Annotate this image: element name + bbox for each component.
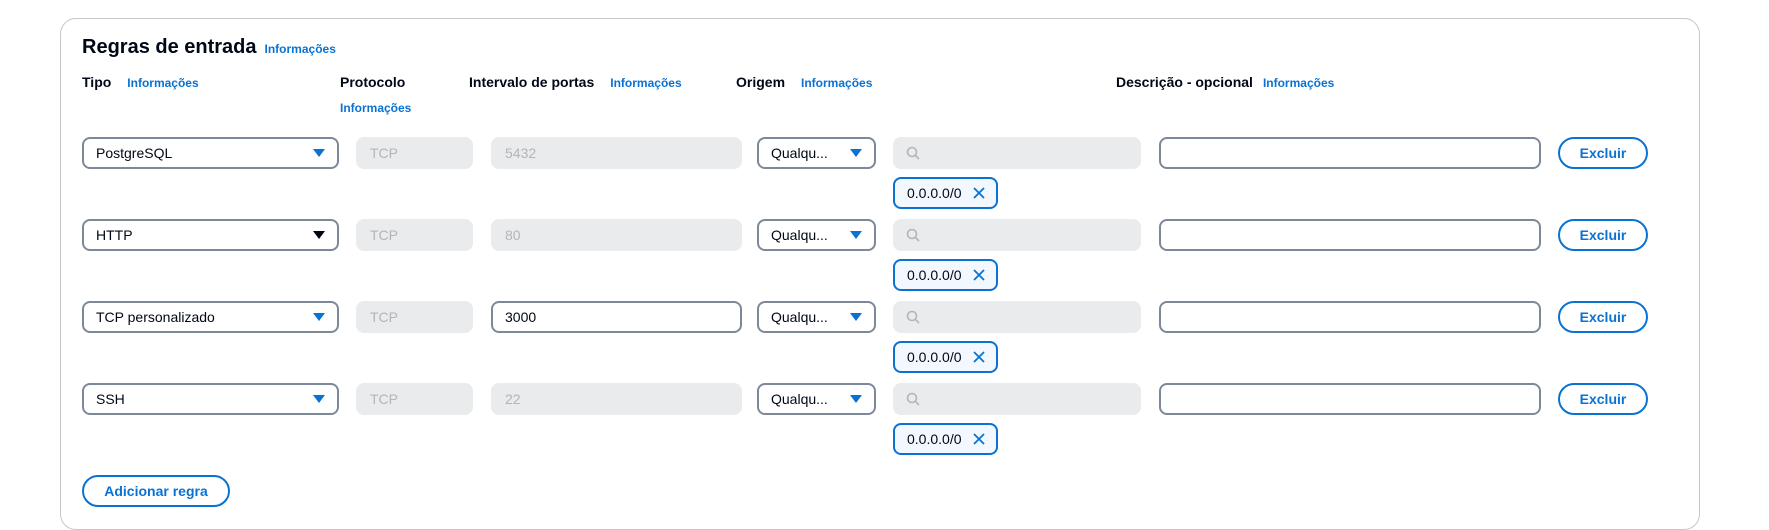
cidr-token-label: 0.0.0.0/0 [907, 349, 962, 365]
caret-down-icon [850, 313, 862, 321]
header-intervalo-label: Intervalo de portas [469, 74, 595, 90]
origem-select[interactable]: Qualqu... [757, 137, 876, 169]
origem-select-value: Qualqu... [771, 145, 828, 161]
delete-rule-button[interactable]: Excluir [1558, 301, 1648, 333]
origem-search-input[interactable] [893, 137, 1141, 169]
origem-select[interactable]: Qualqu... [757, 301, 876, 333]
header-tipo: Tipo Informações [82, 74, 199, 90]
protocolo-field: TCP [356, 301, 473, 333]
search-icon [906, 392, 920, 406]
header-tipo-info-link[interactable]: Informações [127, 76, 198, 90]
tipo-select[interactable]: PostgreSQL [82, 137, 339, 169]
close-icon[interactable] [972, 186, 986, 200]
search-icon [906, 310, 920, 324]
section-title: Regras de entrada [82, 36, 257, 58]
close-icon[interactable] [972, 268, 986, 282]
origem-select-value: Qualqu... [771, 391, 828, 407]
descricao-input[interactable] [1159, 301, 1541, 333]
origem-search-input[interactable] [893, 301, 1141, 333]
cidr-token-label: 0.0.0.0/0 [907, 185, 962, 201]
intervalo-portas-field: 22 [491, 383, 742, 415]
caret-down-icon [850, 231, 862, 239]
search-icon [906, 146, 920, 160]
add-rule-button[interactable]: Adicionar regra [82, 475, 230, 507]
cidr-token: 0.0.0.0/0 [893, 341, 998, 373]
header-protocolo: Protocolo Informações [340, 74, 411, 115]
intervalo-portas-field: 80 [491, 219, 742, 251]
origem-select[interactable]: Qualqu... [757, 383, 876, 415]
delete-rule-button[interactable]: Excluir [1558, 383, 1648, 415]
origem-select-value: Qualqu... [771, 309, 828, 325]
intervalo-portas-input[interactable]: 3000 [491, 301, 742, 333]
close-icon[interactable] [972, 432, 986, 446]
caret-down-icon [850, 149, 862, 157]
cidr-token-label: 0.0.0.0/0 [907, 267, 962, 283]
section-info-link[interactable]: Informações [265, 42, 336, 56]
protocolo-field: TCP [356, 219, 473, 251]
caret-down-icon [313, 231, 325, 239]
origem-search-input[interactable] [893, 219, 1141, 251]
inbound-rules-panel: Regras de entrada Informações Tipo Infor… [60, 18, 1700, 530]
delete-rule-button[interactable]: Excluir [1558, 137, 1648, 169]
header-intervalo: Intervalo de portas Informações [469, 74, 682, 90]
header-protocolo-label: Protocolo [340, 74, 406, 90]
tipo-select-value: PostgreSQL [96, 145, 173, 161]
cidr-token: 0.0.0.0/0 [893, 423, 998, 455]
protocolo-field: TCP [356, 383, 473, 415]
header-descricao-label: Descrição - opcional [1116, 74, 1253, 90]
protocolo-field: TCP [356, 137, 473, 169]
header-origem-info-link[interactable]: Informações [801, 76, 872, 90]
descricao-input[interactable] [1159, 219, 1541, 251]
tipo-select[interactable]: SSH [82, 383, 339, 415]
header-descricao-info-link[interactable]: Informações [1263, 76, 1334, 90]
caret-down-icon [850, 395, 862, 403]
cidr-token-label: 0.0.0.0/0 [907, 431, 962, 447]
section-header: Regras de entrada Informações [82, 36, 336, 59]
tipo-select[interactable]: HTTP [82, 219, 339, 251]
intervalo-portas-field: 5432 [491, 137, 742, 169]
tipo-select[interactable]: TCP personalizado [82, 301, 339, 333]
header-origem-label: Origem [736, 74, 786, 90]
origem-select-value: Qualqu... [771, 227, 828, 243]
tipo-select-value: HTTP [96, 227, 133, 243]
header-protocolo-info-link[interactable]: Informações [340, 101, 411, 115]
origem-search-input[interactable] [893, 383, 1141, 415]
tipo-select-value: TCP personalizado [96, 309, 215, 325]
descricao-input[interactable] [1159, 137, 1541, 169]
search-icon [906, 228, 920, 242]
cidr-token: 0.0.0.0/0 [893, 259, 998, 291]
header-tipo-label: Tipo [82, 74, 112, 90]
header-origem: Origem Informações [736, 74, 872, 90]
caret-down-icon [313, 395, 325, 403]
close-icon[interactable] [972, 350, 986, 364]
descricao-input[interactable] [1159, 383, 1541, 415]
tipo-select-value: SSH [96, 391, 125, 407]
origem-select[interactable]: Qualqu... [757, 219, 876, 251]
delete-rule-button[interactable]: Excluir [1558, 219, 1648, 251]
caret-down-icon [313, 313, 325, 321]
header-intervalo-info-link[interactable]: Informações [610, 76, 681, 90]
header-descricao: Descrição - opcional Informações [1116, 74, 1334, 90]
cidr-token: 0.0.0.0/0 [893, 177, 998, 209]
caret-down-icon [313, 149, 325, 157]
